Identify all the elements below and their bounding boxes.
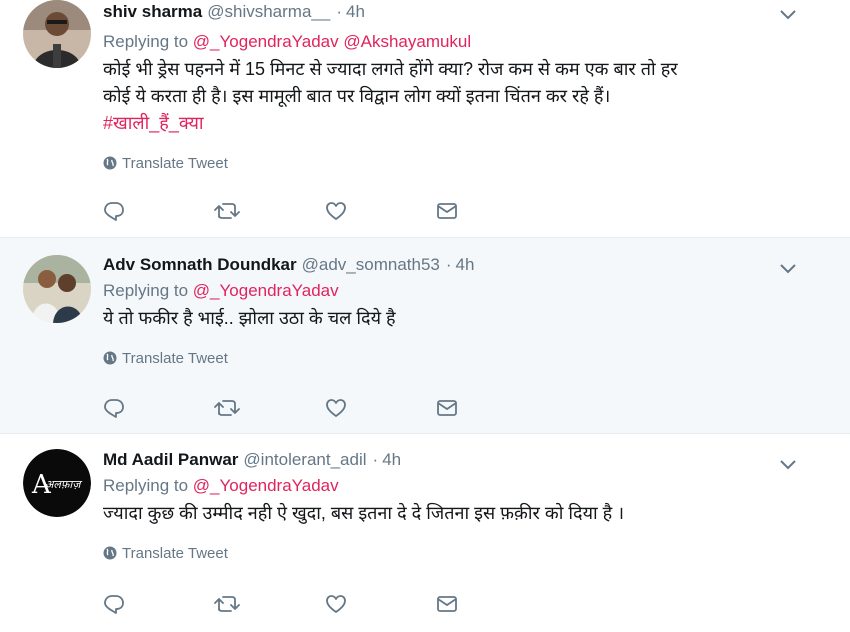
avatar[interactable] [23,0,91,68]
chevron-down-icon[interactable] [778,4,798,24]
tweet-header: Adv Somnath Doundkar @adv_somnath53 · 4h [103,238,790,275]
reply-button[interactable] [103,593,214,615]
chevron-down-icon[interactable] [778,258,798,278]
replying-to-label: Replying to [103,32,189,51]
avatar[interactable] [23,255,91,323]
envelope-icon [437,203,457,219]
translate-tweet-link[interactable]: Translate Tweet [103,348,790,368]
username[interactable]: @adv_somnath53 [302,255,440,275]
dm-button[interactable] [436,397,547,419]
retweet-button[interactable] [214,200,325,222]
translate-label[interactable]: Translate Tweet [122,155,228,172]
tweet-text: ज्यादा कुछ की उम्मीद नही ऐ खुदा, बस इतना… [103,500,790,527]
timestamp[interactable]: 4h [382,450,401,470]
retweet-icon [214,400,240,416]
tweet[interactable]: shiv sharma @shivsharma__ · 4h Replying … [0,0,850,238]
heart-icon [326,399,346,417]
reply-icon [104,595,124,614]
globe-icon [103,156,117,170]
translate-label[interactable]: Translate Tweet [122,545,228,562]
mention-link[interactable]: @_YogendraYadav [193,281,339,300]
hashtag-link[interactable]: #खाली_हैं_क्या [103,110,790,137]
globe-icon [103,351,117,365]
mention-link[interactable]: @_YogendraYadav [193,476,339,495]
tweet[interactable]: Adv Somnath Doundkar @adv_somnath53 · 4h… [0,238,850,434]
timestamp[interactable]: 4h [346,0,365,24]
timestamp[interactable]: 4h [456,255,475,275]
chevron-down-icon[interactable] [778,454,798,474]
retweet-button[interactable] [214,397,325,419]
dm-button[interactable] [436,593,547,615]
retweet-button[interactable] [214,593,325,615]
username[interactable]: @shivsharma__ [207,0,330,24]
heart-icon [326,595,346,613]
mention-link[interactable]: @_YogendraYadav [193,32,339,51]
envelope-icon [437,596,457,612]
replying-to-label: Replying to [103,281,189,300]
reply-button[interactable] [103,397,214,419]
like-button[interactable] [325,397,436,419]
tweet[interactable]: A अलफ़ाज़ Md Aadil Panwar @intolerant_ad… [0,434,850,632]
tweet-text: ये तो फकीर है भाई.. झोला उठा के चल दिये … [103,305,790,332]
envelope-icon [437,400,457,416]
tweet-header: shiv sharma @shivsharma__ · 4h [103,0,790,26]
tweet-text-line: कोई भी ड्रेस पहनने में 15 मिनट से ज्यादा… [103,59,678,79]
username[interactable]: @intolerant_adil [243,450,366,470]
reply-icon [104,202,124,221]
translate-label[interactable]: Translate Tweet [122,350,228,367]
avatar[interactable]: A अलफ़ाज़ [23,449,91,517]
tweet-header: Md Aadil Panwar @intolerant_adil · 4h [103,434,790,470]
globe-icon [103,546,117,560]
reply-button[interactable] [103,200,214,222]
tweet-actions [103,200,547,222]
like-button[interactable] [325,593,436,615]
separator: · [372,450,379,469]
fullname[interactable]: Adv Somnath Doundkar [103,255,297,275]
replying-to-label: Replying to [103,476,189,495]
fullname[interactable]: shiv sharma [103,0,202,24]
translate-tweet-link[interactable]: Translate Tweet [103,543,790,563]
retweet-icon [214,596,240,612]
fullname[interactable]: Md Aadil Panwar [103,450,238,470]
tweet-text-line: कोई ये करता ही है। इस मामूली बात पर विद्… [103,86,611,106]
avatar-logo-text: अलफ़ाज़ [45,478,83,491]
tweet-actions [103,593,547,615]
reply-context: Replying to @_YogendraYadav [103,281,790,301]
reply-context: Replying to @_YogendraYadav [103,476,790,496]
dm-button[interactable] [436,200,547,222]
tweet-actions [103,397,547,419]
like-button[interactable] [325,200,436,222]
mention-link[interactable]: @Akshayamukul [343,32,471,51]
tweet-text: कोई भी ड्रेस पहनने में 15 मिनट से ज्यादा… [103,56,790,137]
tweet-text-line: ये तो फकीर है भाई.. झोला उठा के चल दिये … [103,308,396,328]
tweet-feed: shiv sharma @shivsharma__ · 4h Replying … [0,0,850,632]
heart-icon [326,202,346,220]
retweet-icon [214,203,240,219]
separator: · [445,255,452,274]
separator: · [336,2,342,21]
tweet-text-line: ज्यादा कुछ की उम्मीद नही ऐ खुदा, बस इतना… [103,503,625,523]
reply-context: Replying to @_YogendraYadav @Akshayamuku… [103,32,790,52]
reply-icon [104,399,124,418]
translate-tweet-link[interactable]: Translate Tweet [103,153,790,173]
